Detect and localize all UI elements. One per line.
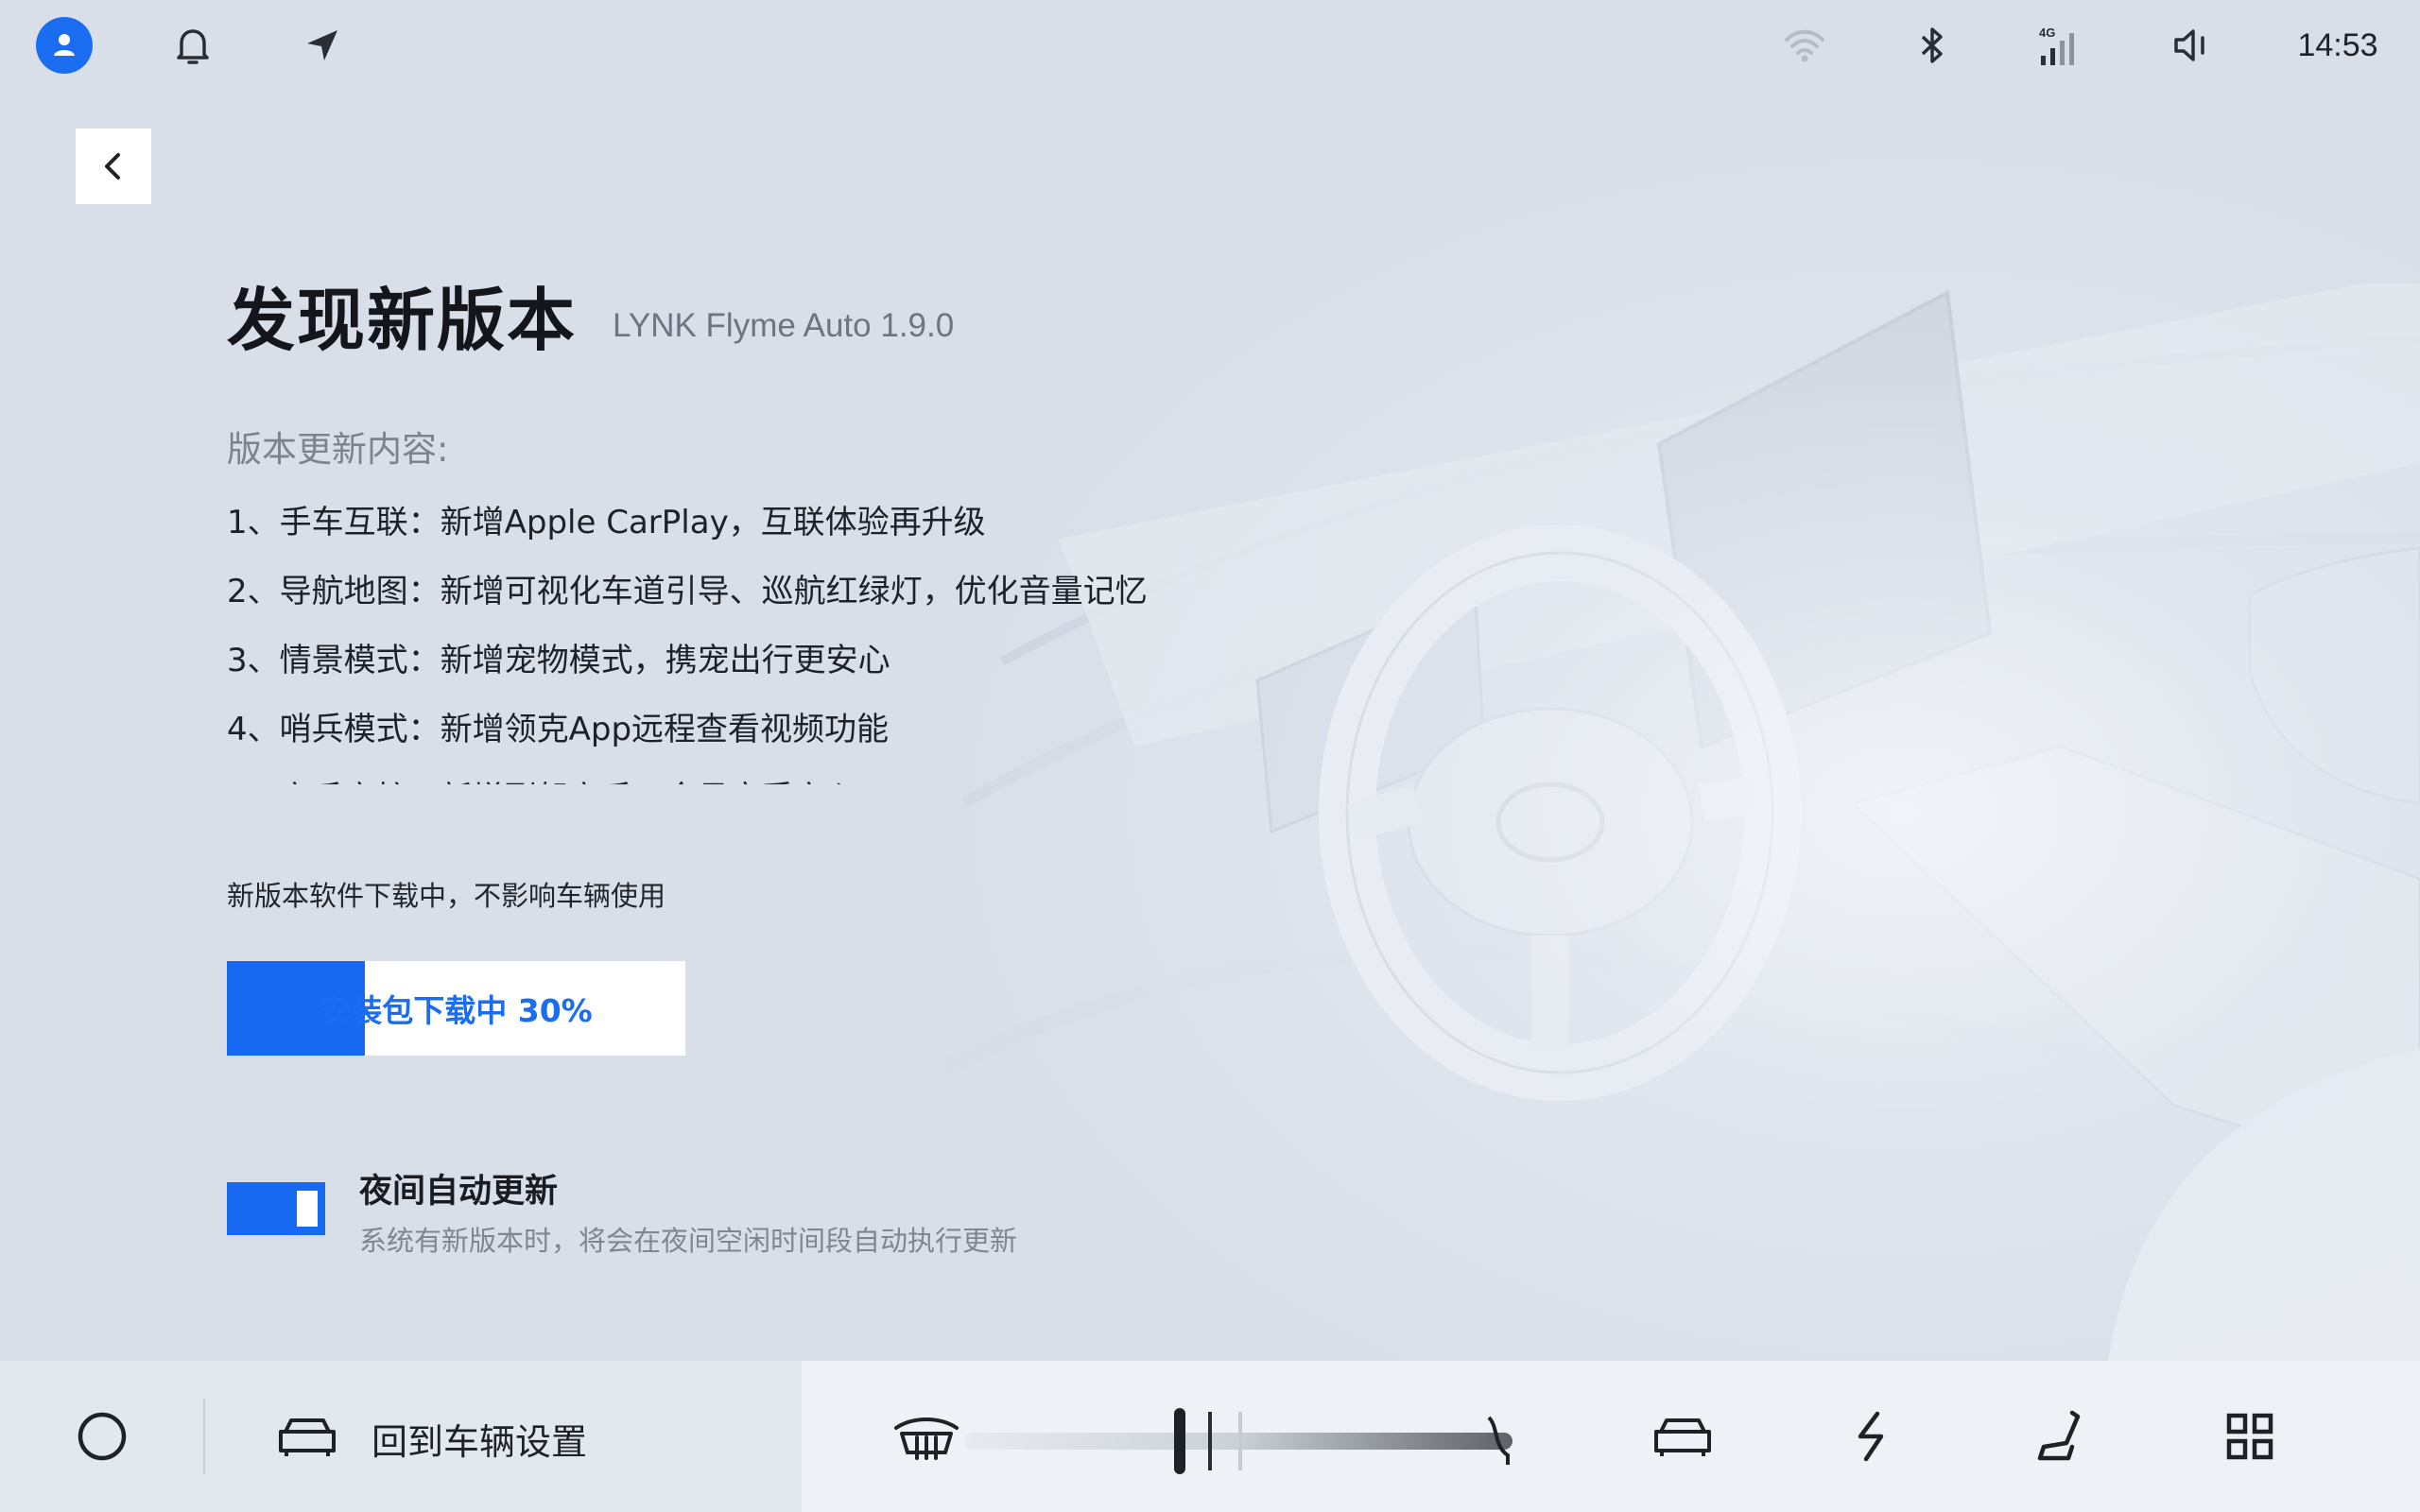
release-note-item: 2、导航地图：新增可视化车道引导、巡航红绿灯，优化音量记忆 <box>227 573 1148 610</box>
seat-icon[interactable] <box>2032 1408 2089 1465</box>
home-circle-icon[interactable] <box>74 1408 130 1465</box>
climate-slider[interactable] <box>964 1399 1531 1484</box>
wifi-icon[interactable] <box>1781 17 1828 74</box>
navigation-arrow-icon[interactable] <box>301 17 344 74</box>
dock-separator <box>203 1399 205 1474</box>
apps-grid-icon[interactable] <box>2221 1408 2278 1465</box>
volume-icon[interactable] <box>2170 17 2216 74</box>
version-label: LYNK Flyme Auto 1.9.0 <box>613 307 955 344</box>
back-to-vehicle-settings[interactable]: 回到车辆设置 <box>372 1413 587 1465</box>
toggle-knob <box>297 1191 318 1227</box>
user-avatar-icon[interactable] <box>36 17 93 74</box>
bluetooth-icon[interactable] <box>1913 17 1951 74</box>
clock-time: 14:53 <box>2297 26 2378 63</box>
release-note-item: 1、手车互联：新增Apple CarPlay，互联体验再升级 <box>227 504 986 541</box>
download-hint: 新版本软件下载中，不影响车辆使用 <box>227 880 666 912</box>
defrost-icon[interactable] <box>889 1408 964 1465</box>
progress-label: 安装包下载中 30% <box>320 992 593 1029</box>
release-notes-list[interactable]: 1、手车互联：新增Apple CarPlay，互联体验再升级 2、导航地图：新增… <box>227 496 1267 784</box>
auto-update-toggle[interactable] <box>227 1182 325 1235</box>
download-progress-button[interactable]: 安装包下载中 30% <box>227 961 685 1056</box>
release-note-item: 4、哨兵模式：新增领克App远程查看视频功能 <box>227 711 890 748</box>
car-icon[interactable] <box>274 1408 340 1465</box>
energy-icon[interactable] <box>1843 1408 1900 1465</box>
car-icon[interactable] <box>1650 1408 1716 1465</box>
auto-update-title: 夜间自动更新 <box>359 1173 559 1211</box>
cellular-4g-icon: 4G <box>2037 17 2084 74</box>
page-title: 发现新版本 <box>227 281 578 360</box>
back-button[interactable] <box>76 129 151 204</box>
release-notes-heading: 版本更新内容: <box>227 429 449 470</box>
chevron-left-icon <box>105 153 120 180</box>
bell-icon[interactable] <box>168 17 217 74</box>
release-note-item: 3、情景模式：新增宠物模式，携宠出行更安心 <box>227 642 890 679</box>
status-bar: 4G 14:53 <box>0 0 2420 91</box>
release-note-item: 5、安手守护：新增副驾安手，全员享受安心 <box>227 772 1267 784</box>
auto-update-description: 系统有新版本时，将会在夜间空闲时间段自动执行更新 <box>359 1225 1018 1257</box>
network-type-label: 4G <box>2039 26 2055 40</box>
